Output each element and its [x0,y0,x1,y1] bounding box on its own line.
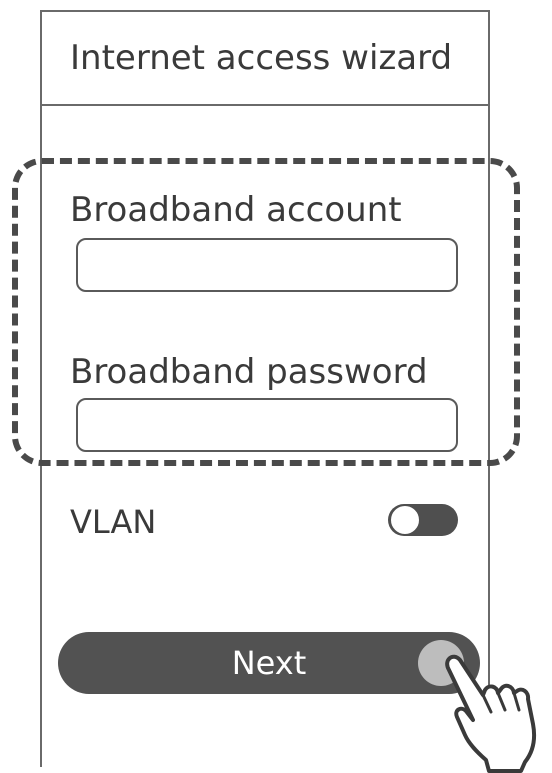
hand-pointer-icon [445,654,537,773]
vlan-toggle-knob [390,505,420,535]
page-title: Internet access wizard [70,38,453,78]
broadband-password-label: Broadband password [70,352,428,392]
broadband-account-input[interactable] [76,238,458,292]
wizard-header: Internet access wizard [42,12,488,106]
next-button[interactable]: Next [58,632,480,694]
broadband-account-label: Broadband account [70,190,402,230]
vlan-label: VLAN [70,503,157,541]
broadband-password-input[interactable] [76,398,458,452]
vlan-toggle[interactable] [388,504,458,536]
